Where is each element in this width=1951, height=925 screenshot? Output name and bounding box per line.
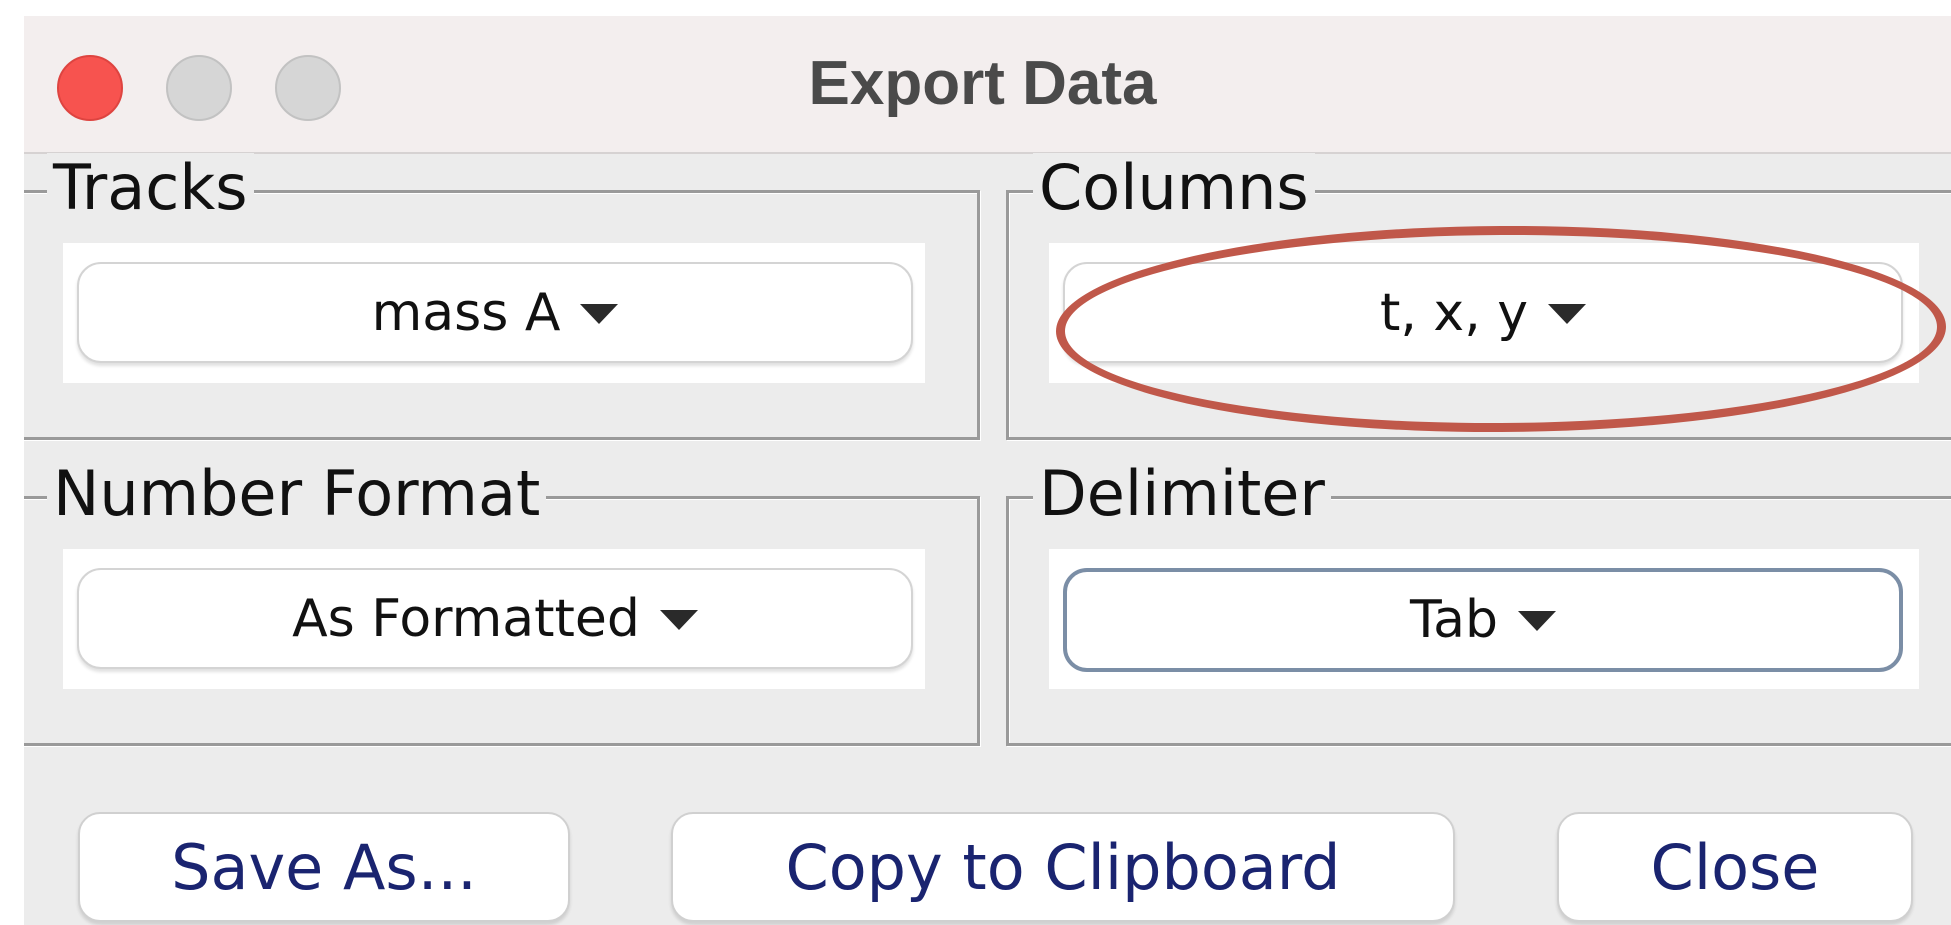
columns-group: Columns t, x, y bbox=[1006, 153, 1951, 440]
chevron-down-icon bbox=[1548, 303, 1587, 324]
columns-dropdown[interactable]: t, x, y bbox=[1063, 262, 1903, 363]
number-format-legend: Number Format bbox=[47, 459, 547, 529]
copy-to-clipboard-button[interactable]: Copy to Clipboard bbox=[671, 812, 1455, 922]
columns-legend: Columns bbox=[1033, 153, 1315, 223]
delimiter-dropdown-value: Tab bbox=[1409, 590, 1499, 650]
chevron-down-icon bbox=[1518, 611, 1557, 631]
delimiter-dropdown[interactable]: Tab bbox=[1063, 568, 1903, 672]
tracks-dropdown[interactable]: mass A bbox=[77, 262, 913, 363]
delimiter-legend: Delimiter bbox=[1033, 459, 1331, 529]
save-as-button[interactable]: Save As... bbox=[78, 812, 570, 922]
window-title: Export Data bbox=[808, 49, 1157, 118]
chevron-down-icon bbox=[659, 609, 698, 630]
number-format-dropdown-value: As Formatted bbox=[292, 588, 640, 649]
tracks-well: mass A bbox=[63, 243, 925, 383]
columns-dropdown-value: t, x, y bbox=[1379, 282, 1529, 343]
delimiter-well: Tab bbox=[1049, 549, 1919, 689]
tracks-dropdown-value: mass A bbox=[371, 282, 561, 343]
tracks-legend: Tracks bbox=[47, 153, 254, 223]
delimiter-group: Delimiter Tab bbox=[1006, 459, 1951, 746]
title-bar: Export Data bbox=[24, 16, 1951, 154]
number-format-well: As Formatted bbox=[63, 549, 925, 689]
number-format-dropdown[interactable]: As Formatted bbox=[77, 568, 913, 669]
columns-well: t, x, y bbox=[1049, 243, 1919, 383]
tracks-group: Tracks mass A bbox=[24, 153, 980, 440]
export-data-dialog: Export Data Tracks mass A Columns t, x, … bbox=[24, 16, 1951, 925]
close-button[interactable]: Close bbox=[1557, 812, 1913, 922]
chevron-down-icon bbox=[580, 303, 619, 324]
number-format-group: Number Format As Formatted bbox=[24, 459, 980, 746]
